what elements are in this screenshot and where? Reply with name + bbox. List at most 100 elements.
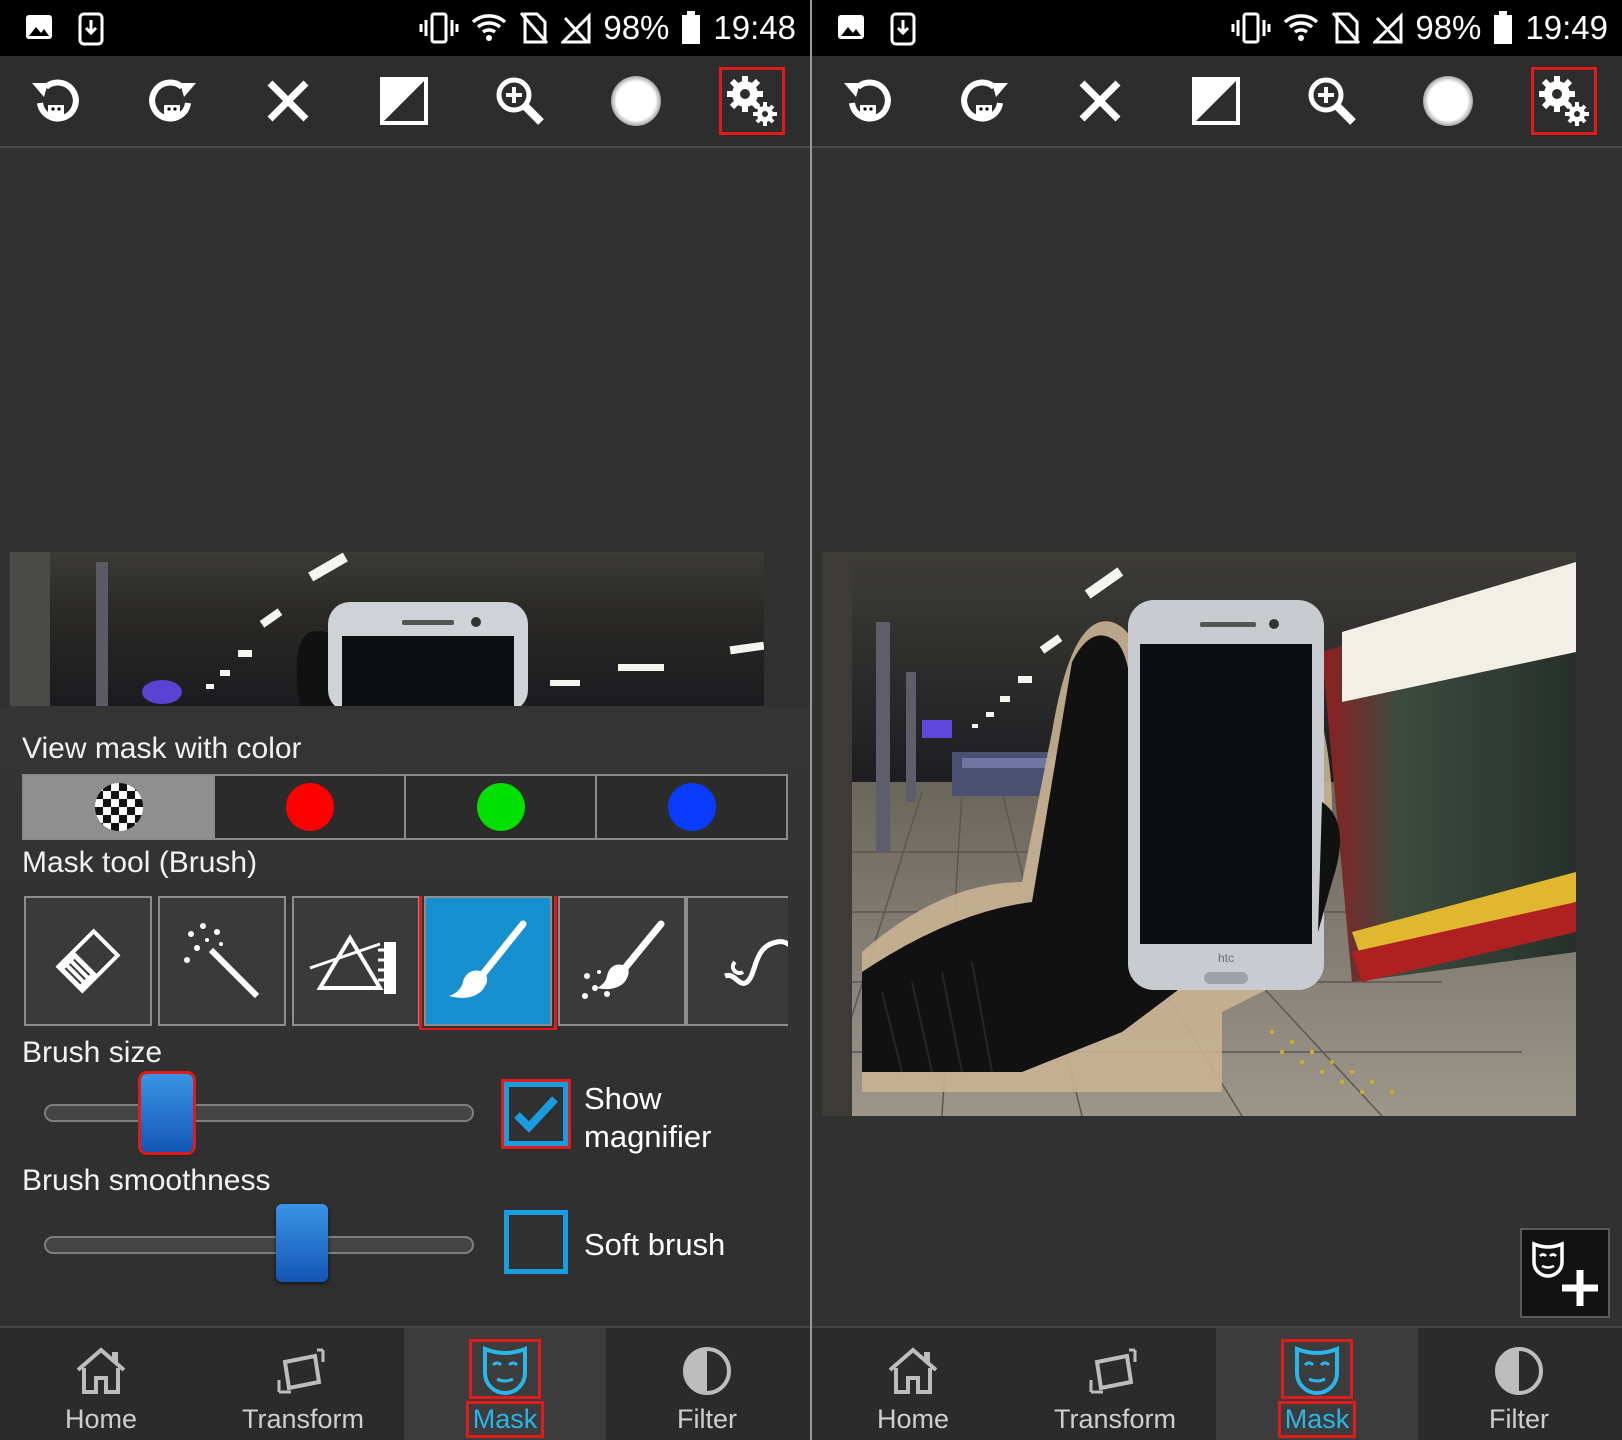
- nav-mask-label: Mask: [465, 1401, 545, 1438]
- filter-icon: [683, 1347, 731, 1395]
- tool-brush[interactable]: [419, 896, 557, 1030]
- green-dot: [476, 783, 525, 831]
- nav-home-label: Home: [876, 1404, 950, 1434]
- nav-mask[interactable]: Mask: [404, 1328, 606, 1440]
- no-sim-icon: [1332, 12, 1361, 44]
- magic-wand-icon: [184, 923, 260, 999]
- battery-percent: 98%: [603, 9, 670, 46]
- tool-eraser[interactable]: [24, 896, 152, 1026]
- undo-mask-icon: [32, 79, 79, 122]
- soft-brush-label: Soft brush: [584, 1227, 726, 1262]
- show-magnifier-label: Show magnifier: [584, 1080, 712, 1156]
- mask-color-green[interactable]: [406, 776, 597, 838]
- invert-mask-button[interactable]: [1186, 70, 1246, 132]
- brush-smoothness-thumb[interactable]: [275, 1204, 328, 1282]
- nav-transform[interactable]: Transform: [202, 1328, 404, 1440]
- download-notification-icon: [78, 12, 104, 46]
- nav-filter[interactable]: Filter: [1418, 1328, 1620, 1440]
- wifi-icon: [1284, 14, 1319, 41]
- status-bar: 98% 19:49: [812, 0, 1622, 56]
- nav-transform-label: Transform: [1053, 1404, 1176, 1434]
- no-signal-icon: [1373, 12, 1403, 44]
- redo-mask-button[interactable]: [954, 70, 1014, 132]
- show-magnifier-checkbox[interactable]: [501, 1079, 571, 1149]
- settings-button[interactable]: [719, 67, 785, 135]
- gallery-notification-icon: [26, 15, 52, 39]
- blue-dot: [667, 783, 716, 831]
- settings-icon: [1539, 76, 1589, 126]
- tool-lasso[interactable]: [686, 896, 788, 1026]
- zoom-button[interactable]: [490, 70, 550, 132]
- tool-magic-wand[interactable]: [158, 896, 286, 1026]
- zoom-button[interactable]: [1302, 70, 1362, 132]
- zoom-icon: [496, 77, 544, 125]
- mask-color-blue[interactable]: [597, 776, 786, 838]
- home-icon: [888, 1347, 938, 1394]
- download-notification-icon: [890, 12, 916, 46]
- mask-icon: [483, 1346, 527, 1395]
- nav-filter[interactable]: Filter: [606, 1328, 808, 1440]
- zoom-icon: [1308, 77, 1356, 125]
- mask-color-red[interactable]: [215, 776, 406, 838]
- checkmark-icon: [514, 1096, 558, 1133]
- brush-preview-button[interactable]: [1418, 70, 1478, 132]
- tool-magic-brush[interactable]: [558, 896, 686, 1026]
- undo-mask-button[interactable]: [26, 70, 86, 132]
- clock: 19:48: [713, 9, 796, 46]
- nav-home[interactable]: Home: [0, 1328, 202, 1440]
- eraser-icon: [55, 928, 121, 994]
- transform-icon: [1089, 1348, 1137, 1394]
- undo-mask-button[interactable]: [838, 70, 898, 132]
- brush-icon: [449, 920, 527, 998]
- nav-home[interactable]: Home: [812, 1328, 1014, 1440]
- view-mask-label: View mask with color: [22, 732, 302, 765]
- filter-icon: [1495, 1347, 1543, 1395]
- bottom-nav: Home Transform Mask Filter: [0, 1326, 810, 1440]
- clear-mask-button[interactable]: [1070, 70, 1130, 132]
- brush-preview-icon: [611, 76, 661, 126]
- gradient-icon: [309, 934, 396, 994]
- settings-button[interactable]: [1531, 67, 1597, 135]
- masked-photo[interactable]: htc: [822, 552, 1576, 1116]
- add-mask-button[interactable]: [1520, 1228, 1610, 1318]
- redo-mask-icon: [961, 79, 1008, 122]
- mask-tool-label: Mask tool (Brush): [22, 846, 258, 879]
- wifi-icon: [472, 14, 507, 41]
- tool-gradient[interactable]: [292, 896, 420, 1026]
- add-mask-icon: [1532, 1241, 1598, 1306]
- brush-size-label: Brush size: [22, 1036, 163, 1069]
- invert-icon: [1192, 77, 1240, 125]
- home-icon: [76, 1347, 126, 1394]
- clear-mask-button[interactable]: [258, 70, 318, 132]
- nav-transform[interactable]: Transform: [1014, 1328, 1216, 1440]
- brush-preview-button[interactable]: [606, 70, 666, 132]
- show-magnifier-line2: magnifier: [584, 1119, 712, 1154]
- no-signal-icon: [561, 12, 591, 44]
- redo-mask-button[interactable]: [142, 70, 202, 132]
- no-sim-icon: [520, 12, 549, 44]
- nav-filter-label: Filter: [1489, 1404, 1549, 1434]
- nav-filter-label: Filter: [677, 1404, 737, 1434]
- brush-smoothness-label: Brush smoothness: [22, 1164, 271, 1197]
- photo-preview-strip[interactable]: [10, 552, 764, 706]
- nav-home-label: Home: [64, 1404, 138, 1434]
- nav-mask[interactable]: Mask: [1216, 1328, 1418, 1440]
- brush-preview-icon: [1423, 76, 1473, 126]
- brush-size-thumb[interactable]: [138, 1071, 197, 1155]
- toolbar: [812, 56, 1622, 148]
- redo-mask-icon: [149, 79, 196, 122]
- clock: 19:49: [1525, 9, 1608, 46]
- magic-brush-icon: [582, 920, 665, 999]
- mask-color-checker[interactable]: [24, 776, 215, 838]
- battery-percent: 98%: [1415, 9, 1482, 46]
- invert-mask-button[interactable]: [374, 70, 434, 132]
- status-bar: 98% 19:48: [0, 0, 810, 56]
- station-ceiling-lights: [10, 552, 764, 706]
- brush-size-slider[interactable]: [44, 1104, 474, 1122]
- vibrate-icon: [1231, 12, 1271, 44]
- settings-icon: [727, 76, 777, 126]
- checker-pattern-icon: [94, 783, 143, 831]
- soft-brush-checkbox[interactable]: [504, 1210, 568, 1274]
- mask-color-selector: [22, 774, 788, 840]
- brush-smoothness-slider[interactable]: [44, 1236, 474, 1254]
